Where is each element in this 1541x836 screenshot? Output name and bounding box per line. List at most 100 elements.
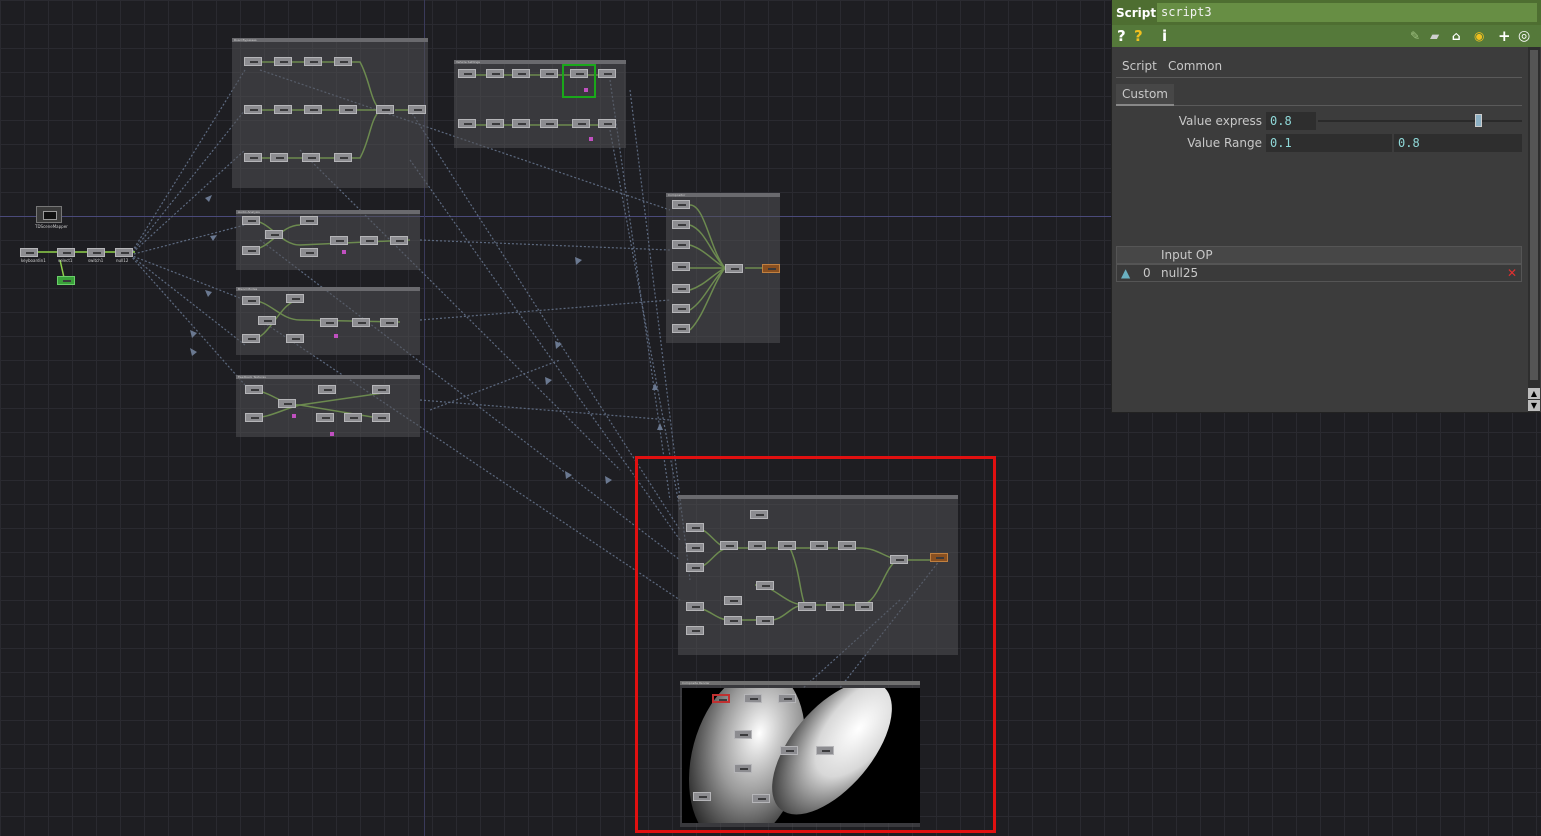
green-op-node[interactable] bbox=[57, 276, 75, 285]
parameter-panel[interactable]: Script script3 ? ? i ✎ ▰ ⌂ ◉ + ◎ Script … bbox=[1111, 0, 1541, 413]
op-node[interactable] bbox=[376, 105, 394, 114]
select-node[interactable]: select1 bbox=[57, 248, 75, 263]
info-icon[interactable]: i bbox=[1162, 27, 1167, 45]
op-node[interactable] bbox=[752, 794, 770, 803]
op-node[interactable] bbox=[734, 730, 752, 739]
op-node[interactable] bbox=[274, 105, 292, 114]
op-node[interactable] bbox=[720, 541, 738, 550]
op-node[interactable] bbox=[686, 602, 704, 611]
op-node[interactable] bbox=[304, 105, 322, 114]
op-node[interactable] bbox=[318, 385, 336, 394]
op-node[interactable] bbox=[390, 236, 408, 245]
op-node[interactable] bbox=[316, 413, 334, 422]
op-node[interactable] bbox=[540, 69, 558, 78]
op-node[interactable] bbox=[242, 216, 260, 225]
op-node[interactable] bbox=[756, 581, 774, 590]
op-node[interactable] bbox=[855, 602, 873, 611]
op-node[interactable] bbox=[286, 294, 304, 303]
panel-scrollbar[interactable]: ▲ ▼ bbox=[1528, 47, 1540, 412]
op-node[interactable] bbox=[744, 694, 762, 703]
op-node[interactable] bbox=[244, 153, 262, 162]
op-node[interactable] bbox=[304, 57, 322, 66]
table-row[interactable]: ▲ 0 null25 ✕ bbox=[1116, 264, 1522, 282]
op-node[interactable] bbox=[672, 284, 690, 293]
op-node[interactable] bbox=[672, 304, 690, 313]
tab-script[interactable]: Script bbox=[1122, 59, 1157, 73]
op-node[interactable] bbox=[360, 236, 378, 245]
op-node[interactable] bbox=[672, 240, 690, 249]
op-node[interactable] bbox=[270, 153, 288, 162]
op-node[interactable] bbox=[372, 413, 390, 422]
op-node[interactable] bbox=[486, 119, 504, 128]
op-node[interactable] bbox=[686, 523, 704, 532]
op-node[interactable] bbox=[672, 262, 690, 271]
op-node[interactable] bbox=[750, 510, 768, 519]
scrollbar-thumb[interactable] bbox=[1530, 50, 1538, 380]
op-node[interactable] bbox=[330, 236, 348, 245]
op-node[interactable] bbox=[458, 119, 476, 128]
op-node[interactable] bbox=[286, 334, 304, 343]
help-icon[interactable]: ? bbox=[1117, 27, 1126, 45]
op-node[interactable] bbox=[302, 153, 320, 162]
tab-custom[interactable]: Custom bbox=[1116, 84, 1174, 106]
op-node[interactable] bbox=[693, 792, 711, 801]
python-icon[interactable]: ◉ bbox=[1474, 27, 1484, 45]
op-node[interactable] bbox=[372, 385, 390, 394]
value-range-min-field[interactable]: 0.1 bbox=[1266, 134, 1392, 152]
python-help-icon[interactable]: ? bbox=[1134, 27, 1143, 45]
op-node[interactable] bbox=[300, 248, 318, 257]
op-node[interactable] bbox=[334, 57, 352, 66]
op-node[interactable] bbox=[245, 385, 263, 394]
op-node[interactable] bbox=[686, 626, 704, 635]
op-node[interactable] bbox=[778, 694, 796, 703]
op-node[interactable] bbox=[780, 746, 798, 755]
value-express-field[interactable]: 0.8 bbox=[1266, 112, 1316, 130]
op-node[interactable] bbox=[408, 105, 426, 114]
op-node[interactable] bbox=[540, 119, 558, 128]
op-node[interactable] bbox=[458, 69, 476, 78]
op-node[interactable] bbox=[725, 264, 743, 273]
op-node[interactable] bbox=[242, 296, 260, 305]
keyboardin-node[interactable]: keyboardin1 bbox=[20, 248, 46, 263]
input-op-name[interactable]: null25 bbox=[1161, 266, 1198, 280]
op-node[interactable] bbox=[686, 543, 704, 552]
op-node[interactable] bbox=[712, 694, 730, 703]
output-op-node[interactable] bbox=[762, 264, 780, 273]
op-node[interactable] bbox=[278, 399, 296, 408]
clone-icon[interactable]: ⌂ bbox=[1452, 27, 1461, 45]
op-node[interactable] bbox=[778, 541, 796, 550]
op-node[interactable] bbox=[512, 119, 530, 128]
comment-icon[interactable]: ▰ bbox=[1430, 27, 1439, 45]
op-name-field[interactable]: script3 bbox=[1157, 3, 1537, 22]
move-up-icon[interactable]: ▲ bbox=[1121, 266, 1130, 280]
op-node[interactable] bbox=[724, 596, 742, 605]
op-node[interactable] bbox=[672, 220, 690, 229]
null-node[interactable]: null12 bbox=[115, 248, 133, 263]
op-node[interactable] bbox=[810, 541, 828, 550]
op-node[interactable] bbox=[756, 616, 774, 625]
op-node[interactable] bbox=[352, 318, 370, 327]
op-node[interactable] bbox=[380, 318, 398, 327]
op-node[interactable] bbox=[242, 246, 260, 255]
add-icon[interactable]: + bbox=[1498, 27, 1511, 45]
viewer-target-icon[interactable]: ◎ bbox=[1518, 27, 1530, 45]
op-node[interactable] bbox=[890, 555, 908, 564]
op-node[interactable] bbox=[798, 602, 816, 611]
op-node[interactable] bbox=[344, 413, 362, 422]
op-node[interactable] bbox=[672, 200, 690, 209]
edit-icon[interactable]: ✎ bbox=[1410, 27, 1420, 45]
op-node[interactable] bbox=[826, 602, 844, 611]
op-node[interactable] bbox=[300, 216, 318, 225]
op-node[interactable] bbox=[244, 57, 262, 66]
output-op-node[interactable] bbox=[930, 553, 948, 562]
op-node[interactable] bbox=[672, 324, 690, 333]
op-node[interactable] bbox=[570, 69, 588, 78]
op-node[interactable] bbox=[598, 69, 616, 78]
op-node[interactable] bbox=[486, 69, 504, 78]
op-node[interactable] bbox=[686, 563, 704, 572]
op-node[interactable] bbox=[572, 119, 590, 128]
op-node[interactable] bbox=[838, 541, 856, 550]
op-node[interactable] bbox=[334, 153, 352, 162]
op-node[interactable] bbox=[724, 616, 742, 625]
switch-node[interactable]: switch1 bbox=[87, 248, 105, 263]
